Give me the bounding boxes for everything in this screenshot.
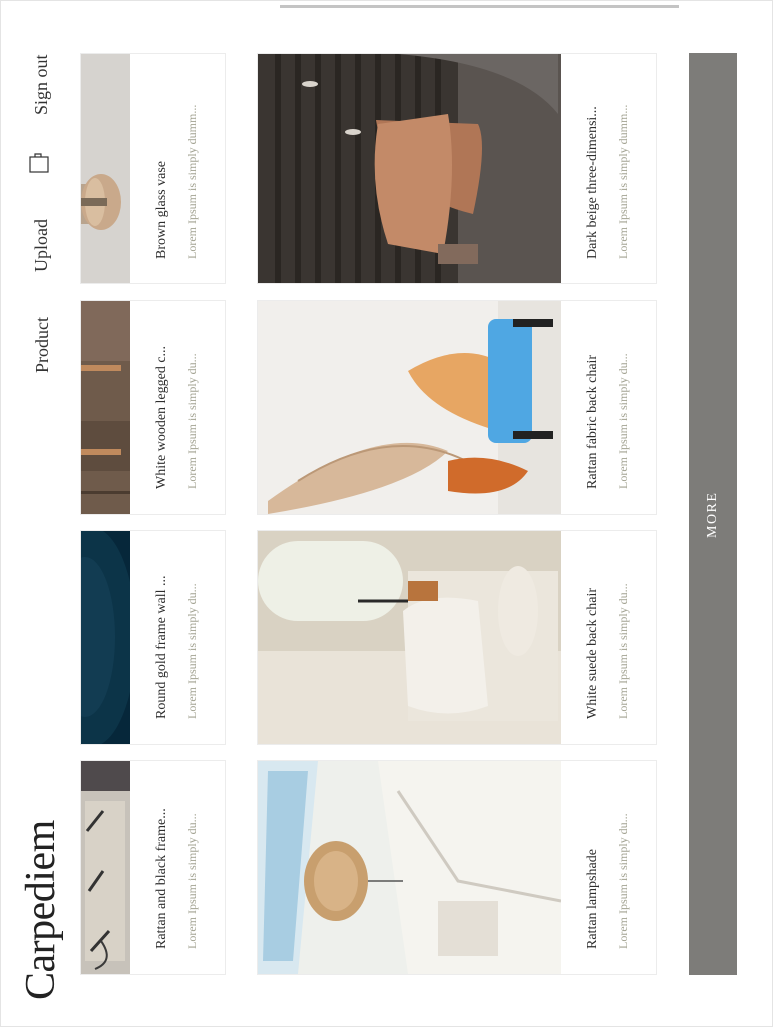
product-image (258, 761, 561, 974)
product-card-white-wooden-legged[interactable]: White wooden legged c... Lorem Ipsum is … (80, 300, 226, 515)
product-title: Dark beige three-dimensi... (585, 106, 600, 259)
product-image (81, 531, 130, 744)
nav-signout[interactable]: Sign out (31, 54, 51, 115)
product-title: Rattan and black frame... (154, 808, 169, 949)
product-description: Lorem Ipsum is simply du... (616, 813, 630, 949)
product-description: Lorem Ipsum is simply dumm... (616, 104, 630, 259)
product-card-brown-glass-vase[interactable]: Brown glass vase Lorem Ipsum is simply d… (80, 53, 226, 284)
brand-logo[interactable]: Carpediem (18, 820, 64, 1000)
product-title: Brown glass vase (154, 161, 169, 259)
product-image (81, 301, 130, 514)
product-image (258, 301, 561, 514)
product-title: Rattan fabric back chair (585, 354, 600, 489)
bag-icon[interactable] (28, 152, 50, 176)
product-card-rattan-lampshade[interactable]: Rattan lampshade Lorem Ipsum is simply d… (257, 760, 657, 975)
horizontal-scrollbar[interactable] (280, 5, 679, 8)
product-card-white-suede-chair[interactable]: White suede back chair Lorem Ipsum is si… (257, 530, 657, 745)
product-card-rattan-fabric-chair[interactable]: Rattan fabric back chair Lorem Ipsum is … (257, 300, 657, 515)
product-title: Rattan lampshade (585, 849, 600, 949)
product-title: Round gold frame wall ... (154, 575, 169, 719)
product-description: Lorem Ipsum is simply du... (185, 813, 199, 949)
product-title: White suede back chair (585, 588, 600, 719)
product-title: White wooden legged c... (154, 345, 169, 489)
nav-upload[interactable]: Upload (31, 219, 51, 272)
product-description: Lorem Ipsum is simply du... (185, 583, 199, 719)
product-description: Lorem Ipsum is simply du... (616, 353, 630, 489)
product-image (81, 761, 130, 974)
product-description: Lorem Ipsum is simply dumm... (185, 104, 199, 259)
product-image (258, 54, 561, 283)
product-image (258, 531, 561, 744)
product-card-dark-beige-chair[interactable]: Dark beige three-dimensi... Lorem Ipsum … (257, 53, 657, 284)
nav-product[interactable]: Product (32, 317, 52, 373)
more-button-label: MORE (705, 491, 720, 538)
product-card-rattan-black-frame[interactable]: Rattan and black frame... Lorem Ipsum is… (80, 760, 226, 975)
product-description: Lorem Ipsum is simply du... (616, 583, 630, 719)
product-image (81, 54, 130, 283)
product-description: Lorem Ipsum is simply du... (185, 353, 199, 489)
product-card-round-gold-frame[interactable]: Round gold frame wall ... Lorem Ipsum is… (80, 530, 226, 745)
